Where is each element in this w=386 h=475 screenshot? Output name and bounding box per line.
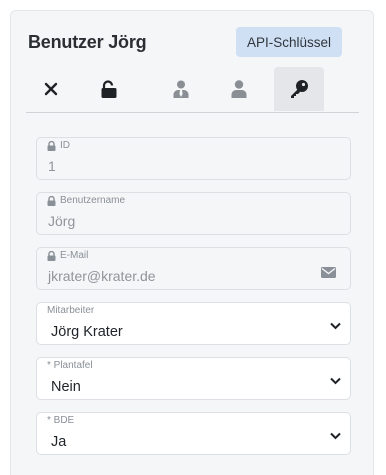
username-field: Benutzername Jörg: [36, 192, 351, 235]
id-label: ID: [60, 140, 70, 151]
plantafel-label: * Plantafel: [47, 360, 93, 371]
username-value: Jörg: [48, 213, 76, 229]
chevron-down-icon: [330, 322, 341, 330]
lock-icon: [47, 250, 56, 261]
username-label: Benutzername: [60, 195, 126, 206]
lock-icon: [47, 195, 56, 206]
employee-select[interactable]: Mitarbeiter Jörg Krater: [36, 302, 351, 345]
tab-employee[interactable]: [156, 67, 206, 111]
tab-api-key[interactable]: [274, 67, 324, 111]
id-field: ID 1: [36, 137, 351, 180]
chevron-down-icon: [330, 377, 341, 385]
api-key-button[interactable]: API-Schlüssel: [236, 27, 342, 57]
lock-icon: [47, 140, 56, 151]
close-icon: [44, 82, 58, 96]
page-title: Benutzer Jörg: [28, 32, 147, 52]
bde-select[interactable]: * BDE Ja: [36, 412, 351, 455]
email-label: E-Mail: [60, 250, 89, 261]
user-card: Benutzer Jörg API-Schlüssel ID 1 Benutze…: [10, 10, 374, 475]
user-tie-icon: [173, 80, 189, 98]
plantafel-select[interactable]: * Plantafel Nein: [36, 357, 351, 400]
tab-unlock[interactable]: [84, 67, 134, 111]
id-value: 1: [48, 158, 56, 174]
employee-value: Jörg Krater: [51, 324, 123, 340]
tab-user[interactable]: [214, 67, 264, 111]
email-field: E-Mail jkrater@krater.de: [36, 247, 351, 290]
tab-close[interactable]: [26, 67, 76, 111]
employee-label: Mitarbeiter: [47, 305, 95, 316]
tab-bar: [26, 67, 359, 113]
bde-label: * BDE: [47, 415, 75, 426]
chevron-down-icon: [330, 432, 341, 440]
bde-value: Ja: [51, 434, 67, 450]
email-value: jkrater@krater.de: [48, 268, 156, 284]
user-icon: [231, 80, 247, 98]
key-icon: [291, 80, 308, 98]
envelope-icon: [321, 267, 336, 278]
unlock-icon: [101, 79, 117, 98]
plantafel-value: Nein: [51, 379, 81, 395]
